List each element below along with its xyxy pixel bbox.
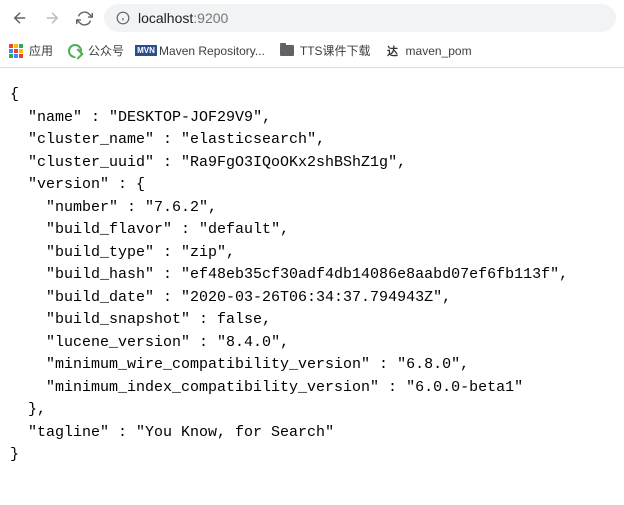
apps-shortcut[interactable]: 应用 <box>8 42 53 59</box>
bookmark-maven-repo[interactable]: MVN Maven Repository... <box>138 43 265 59</box>
bookmark-label: maven_pom <box>406 44 472 58</box>
forward-button[interactable] <box>40 6 64 30</box>
bookmark-maven-pom[interactable]: 达 maven_pom <box>385 43 472 59</box>
bookmark-label: 公众号 <box>88 42 124 59</box>
bookmark-label: TTS课件下载 <box>300 42 371 59</box>
da-icon: 达 <box>385 43 401 59</box>
apps-icon <box>8 43 24 59</box>
site-info-icon[interactable] <box>116 11 130 25</box>
bookmarks-bar: 应用 公众号 MVN Maven Repository... TTS课件下载 达… <box>0 36 624 68</box>
bookmark-gzh[interactable]: 公众号 <box>67 42 124 59</box>
folder-icon <box>279 43 295 59</box>
reload-button[interactable] <box>72 6 96 30</box>
apps-label: 应用 <box>29 42 53 59</box>
url-text: localhost:9200 <box>138 10 228 26</box>
browser-toolbar: localhost:9200 <box>0 0 624 36</box>
bookmark-tts[interactable]: TTS课件下载 <box>279 42 371 59</box>
mvn-icon: MVN <box>138 43 154 59</box>
back-button[interactable] <box>8 6 32 30</box>
address-bar[interactable]: localhost:9200 <box>104 4 616 32</box>
response-body: { "name" : "DESKTOP-JOF29V9", "cluster_n… <box>0 68 624 483</box>
refresh-green-icon <box>67 43 83 59</box>
bookmark-label: Maven Repository... <box>159 44 265 58</box>
